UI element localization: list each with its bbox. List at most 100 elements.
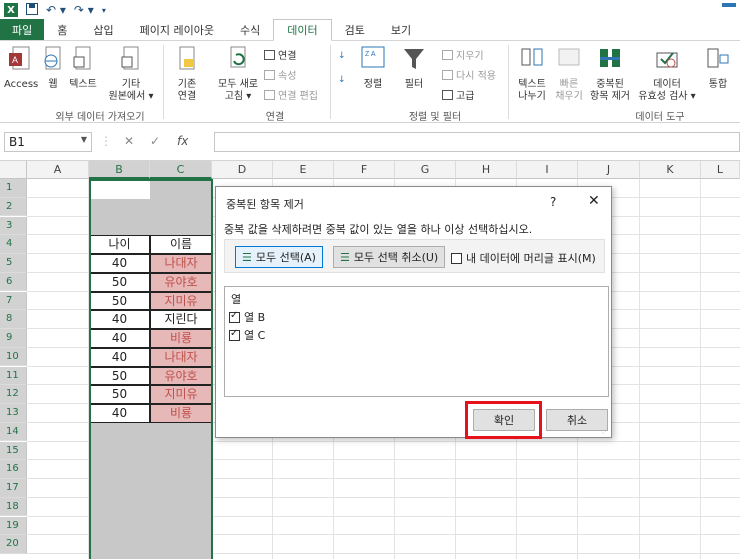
tab-home[interactable]: 홈: [44, 19, 80, 40]
other-sources-icon: [121, 46, 139, 70]
customize-icon[interactable]: ▾: [102, 6, 106, 15]
sort-za-icon: ↓: [338, 75, 346, 85]
refresh-icon: [230, 46, 246, 68]
formula-input[interactable]: [214, 132, 740, 152]
name-box[interactable]: B1 ▼: [4, 132, 92, 152]
select-all-button[interactable]: ☰ 모두 선택(A): [235, 246, 323, 268]
column-header-j[interactable]: J: [578, 161, 640, 179]
row-header-17[interactable]: 17: [0, 479, 27, 498]
tab-formulas[interactable]: 수식: [227, 19, 273, 40]
edit-links-button[interactable]: 연결 편집: [264, 87, 318, 102]
dialog-title: 중복된 항목 제거: [226, 198, 304, 211]
tab-data[interactable]: 데이터: [273, 19, 332, 41]
tab-page-layout[interactable]: 페이지 레이아웃: [127, 19, 227, 40]
redo-icon[interactable]: ↷ ▾: [74, 3, 94, 17]
access-icon: A: [9, 46, 30, 70]
flash-fill-button[interactable]: 빠른 채우기: [552, 45, 586, 103]
has-headers-check[interactable]: [451, 252, 462, 264]
undo-icon[interactable]: ↶ ▾: [46, 3, 66, 17]
sort-az-icon: ↓: [338, 51, 346, 61]
column-header-f[interactable]: F: [334, 161, 395, 179]
column-c-checkbox[interactable]: [229, 328, 240, 341]
row-header-10[interactable]: 10: [0, 347, 27, 367]
column-header-d[interactable]: D: [212, 161, 273, 179]
data-validation-button[interactable]: 데이터 유효성 검사 ▾: [636, 45, 698, 103]
tab-review[interactable]: 검토: [332, 19, 378, 40]
column-header-l[interactable]: L: [701, 161, 740, 179]
resize-grip-icon[interactable]: ⋰: [602, 427, 609, 435]
row-header-8[interactable]: 8: [0, 310, 27, 329]
column-header-e[interactable]: E: [273, 161, 334, 179]
row-header-7[interactable]: 7: [0, 291, 27, 311]
row-header-12[interactable]: 12: [0, 385, 27, 404]
help-button[interactable]: ?: [550, 195, 556, 209]
sort-button[interactable]: Z A 정렬: [356, 45, 390, 91]
excel-logo-icon: X: [4, 3, 18, 17]
column-header-a[interactable]: A: [27, 161, 89, 179]
column-item-b[interactable]: 열 B: [229, 309, 265, 325]
columns-header: 열: [231, 293, 242, 306]
text-to-columns-icon: [521, 48, 543, 66]
column-header-c[interactable]: C: [150, 161, 212, 179]
row-header-15[interactable]: 15: [0, 441, 27, 461]
from-text-button[interactable]: 텍스트: [64, 45, 102, 91]
row-header-19[interactable]: 19: [0, 516, 27, 536]
reapply-button[interactable]: 다시 적용: [442, 67, 496, 82]
column-header-b[interactable]: B: [89, 161, 150, 179]
row-header-4[interactable]: 4: [0, 235, 27, 254]
select-all-icon: ☰: [242, 250, 252, 264]
column-b-checkbox[interactable]: [229, 310, 240, 323]
column-header-g[interactable]: G: [395, 161, 456, 179]
other-sources-button[interactable]: 기타 원본에서 ▾: [106, 45, 156, 103]
row-header-20[interactable]: 20: [0, 535, 27, 554]
tab-insert[interactable]: 삽입: [80, 19, 126, 40]
row-header-5[interactable]: 5: [0, 254, 27, 273]
close-button[interactable]: ✕: [588, 193, 600, 209]
refresh-all-button[interactable]: 모두 새로 고침 ▾: [214, 45, 262, 103]
cancel-icon[interactable]: ✕: [124, 134, 134, 148]
from-web-button[interactable]: 웹: [42, 45, 64, 91]
column-item-c[interactable]: 열 C: [229, 327, 265, 343]
column-header-h[interactable]: H: [456, 161, 517, 179]
chevron-down-icon: ▼: [80, 135, 87, 144]
existing-connections-button[interactable]: 기존 연결: [166, 45, 208, 103]
select-all-corner[interactable]: [0, 161, 27, 179]
row-header-16[interactable]: 16: [0, 460, 27, 479]
properties-button[interactable]: 속성: [264, 67, 296, 82]
advanced-filter-button[interactable]: 고급: [442, 87, 474, 102]
column-header-k[interactable]: K: [640, 161, 701, 179]
row-header-13[interactable]: 13: [0, 404, 27, 423]
row-header-1[interactable]: 1: [0, 179, 27, 198]
filter-button[interactable]: 필터: [398, 45, 430, 91]
tab-file[interactable]: 파일: [0, 19, 45, 40]
cancel-button[interactable]: 취소: [546, 409, 608, 431]
row-header-14[interactable]: 14: [0, 422, 27, 442]
connections-button[interactable]: 연결: [264, 47, 296, 62]
sort-az-button[interactable]: ↓: [338, 51, 346, 61]
row-header-11[interactable]: 11: [0, 366, 27, 386]
consolidate-button[interactable]: 통합: [700, 45, 736, 91]
column-header-i[interactable]: I: [517, 161, 578, 179]
row-header-6[interactable]: 6: [0, 272, 27, 292]
group-data-tools: 데이터 도구: [635, 112, 685, 123]
properties-icon: [264, 69, 275, 80]
clear-button[interactable]: 지우기: [442, 47, 484, 62]
ribbon-tabs: 파일 홈 삽입 페이지 레이아웃 수식 데이터 검토 보기: [0, 19, 740, 41]
access-button[interactable]: A Access: [4, 45, 38, 91]
text-to-columns-button[interactable]: 텍스트 나누기: [512, 45, 552, 103]
column-gridline: [639, 179, 640, 559]
row-header-2[interactable]: 2: [0, 197, 27, 217]
sort-za-button[interactable]: ↓: [338, 75, 346, 85]
enter-icon[interactable]: ✓: [150, 134, 160, 148]
excel-window: X ↶ ▾ ↷ ▾ ▾ 파일 홈 삽입 페이지 레이아웃 수식 데이터 검토 보…: [0, 0, 740, 559]
remove-duplicates-button[interactable]: 중복된 항목 제거: [588, 45, 632, 103]
row-header-9[interactable]: 9: [0, 329, 27, 348]
has-headers-checkbox[interactable]: 내 데이터에 머리글 표시(M): [451, 250, 596, 266]
row-header-18[interactable]: 18: [0, 497, 27, 517]
tab-view[interactable]: 보기: [378, 19, 424, 40]
row-header-3[interactable]: 3: [0, 216, 27, 236]
unselect-all-button[interactable]: ☰ 모두 선택 취소(U): [333, 246, 446, 268]
save-icon[interactable]: [26, 2, 38, 18]
columns-listbox[interactable]: 열 열 B 열 C: [224, 286, 609, 397]
insert-function-button[interactable]: fx: [177, 134, 188, 148]
